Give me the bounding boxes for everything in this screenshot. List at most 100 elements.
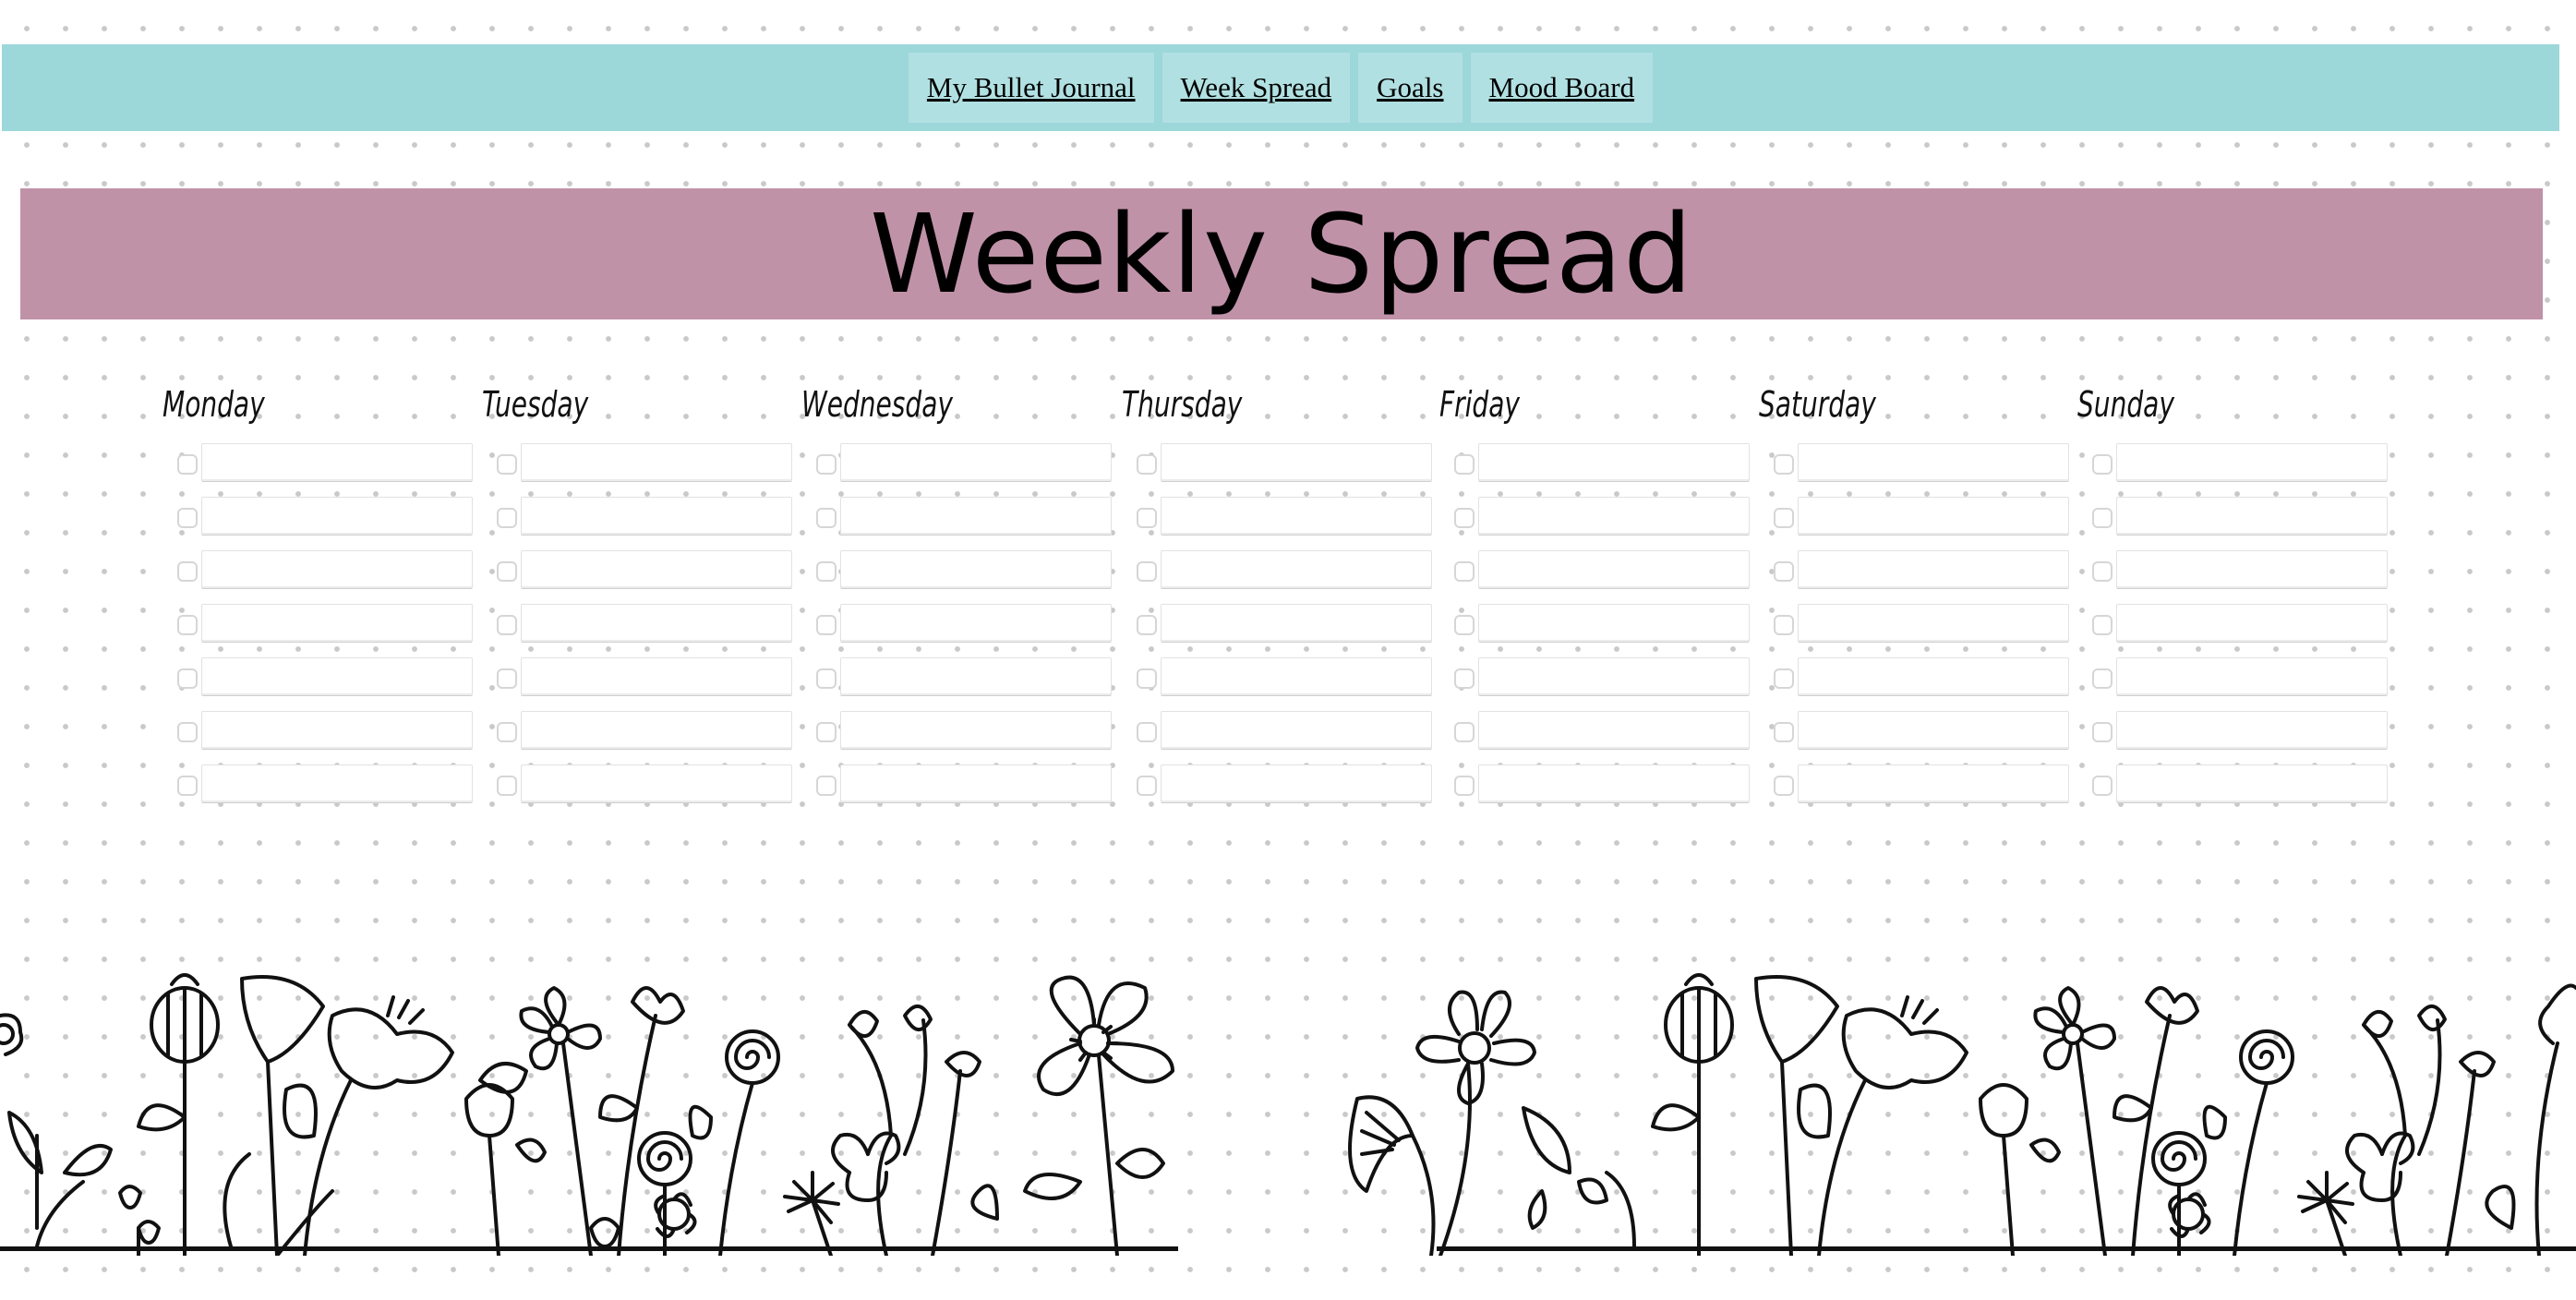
task-checkbox[interactable] xyxy=(177,776,198,796)
task-input[interactable] xyxy=(521,497,792,536)
task-checkbox[interactable] xyxy=(816,454,837,475)
task-input[interactable] xyxy=(1161,657,1432,696)
task-input[interactable] xyxy=(521,443,792,482)
task-input[interactable] xyxy=(1798,497,2069,536)
task-checkbox[interactable] xyxy=(1137,668,1157,689)
task-input[interactable] xyxy=(840,443,1112,482)
task-checkbox[interactable] xyxy=(1137,615,1157,635)
task-input[interactable] xyxy=(521,764,792,803)
task-checkbox[interactable] xyxy=(2092,615,2113,635)
task-checkbox[interactable] xyxy=(1454,776,1475,796)
task-input[interactable] xyxy=(840,711,1112,750)
task-checkbox[interactable] xyxy=(1454,454,1475,475)
task-input[interactable] xyxy=(2116,604,2388,643)
task-input[interactable] xyxy=(521,711,792,750)
task-checkbox[interactable] xyxy=(177,561,198,582)
task-input[interactable] xyxy=(1798,443,2069,482)
task-checkbox[interactable] xyxy=(1774,668,1794,689)
task-input[interactable] xyxy=(2116,550,2388,589)
task-input[interactable] xyxy=(1161,764,1432,803)
task-input[interactable] xyxy=(1478,604,1750,643)
task-checkbox[interactable] xyxy=(1774,722,1794,742)
task-checkbox[interactable] xyxy=(2092,454,2113,475)
task-input[interactable] xyxy=(840,550,1112,589)
task-checkbox[interactable] xyxy=(2092,776,2113,796)
nav-link-my-bullet-journal[interactable]: My Bullet Journal xyxy=(908,53,1154,123)
task-input[interactable] xyxy=(2116,711,2388,750)
task-checkbox[interactable] xyxy=(1774,454,1794,475)
task-checkbox[interactable] xyxy=(1137,722,1157,742)
task-input[interactable] xyxy=(840,604,1112,643)
task-checkbox[interactable] xyxy=(1454,561,1475,582)
task-input[interactable] xyxy=(1161,550,1432,589)
task-input[interactable] xyxy=(2116,657,2388,696)
task-checkbox[interactable] xyxy=(497,508,517,528)
task-checkbox[interactable] xyxy=(816,668,837,689)
task-checkbox[interactable] xyxy=(1774,508,1794,528)
task-input[interactable] xyxy=(1478,764,1750,803)
task-checkbox[interactable] xyxy=(177,668,198,689)
task-checkbox[interactable] xyxy=(497,722,517,742)
task-input[interactable] xyxy=(1478,497,1750,536)
task-input[interactable] xyxy=(840,497,1112,536)
task-checkbox[interactable] xyxy=(816,561,837,582)
task-checkbox[interactable] xyxy=(1774,561,1794,582)
task-checkbox[interactable] xyxy=(816,776,837,796)
task-checkbox[interactable] xyxy=(177,508,198,528)
task-checkbox[interactable] xyxy=(177,722,198,742)
task-checkbox[interactable] xyxy=(1137,776,1157,796)
nav-link-week-spread[interactable]: Week Spread xyxy=(1162,53,1351,123)
nav-link-mood-board[interactable]: Mood Board xyxy=(1470,53,1654,123)
task-checkbox[interactable] xyxy=(816,722,837,742)
task-checkbox[interactable] xyxy=(2092,668,2113,689)
task-checkbox[interactable] xyxy=(816,615,837,635)
task-checkbox[interactable] xyxy=(1137,454,1157,475)
task-input[interactable] xyxy=(201,657,473,696)
task-input[interactable] xyxy=(201,711,473,750)
task-checkbox[interactable] xyxy=(497,454,517,475)
task-input[interactable] xyxy=(1798,657,2069,696)
task-checkbox[interactable] xyxy=(497,668,517,689)
task-checkbox[interactable] xyxy=(177,615,198,635)
task-checkbox[interactable] xyxy=(1454,668,1475,689)
task-checkbox[interactable] xyxy=(497,615,517,635)
task-input[interactable] xyxy=(1478,550,1750,589)
task-input[interactable] xyxy=(201,764,473,803)
task-input[interactable] xyxy=(1798,550,2069,589)
task-input[interactable] xyxy=(840,764,1112,803)
task-checkbox[interactable] xyxy=(497,561,517,582)
task-checkbox[interactable] xyxy=(1774,615,1794,635)
task-input[interactable] xyxy=(1798,764,2069,803)
task-input[interactable] xyxy=(521,550,792,589)
task-checkbox[interactable] xyxy=(2092,508,2113,528)
task-checkbox[interactable] xyxy=(1774,776,1794,796)
task-checkbox[interactable] xyxy=(177,454,198,475)
task-input[interactable] xyxy=(201,550,473,589)
task-input[interactable] xyxy=(201,443,473,482)
task-input[interactable] xyxy=(840,657,1112,696)
task-input[interactable] xyxy=(2116,764,2388,803)
task-checkbox[interactable] xyxy=(1137,561,1157,582)
task-input[interactable] xyxy=(1478,443,1750,482)
task-checkbox[interactable] xyxy=(1454,508,1475,528)
task-input[interactable] xyxy=(521,657,792,696)
task-checkbox[interactable] xyxy=(2092,722,2113,742)
task-checkbox[interactable] xyxy=(1137,508,1157,528)
task-input[interactable] xyxy=(2116,497,2388,536)
task-input[interactable] xyxy=(1478,711,1750,750)
task-input[interactable] xyxy=(201,497,473,536)
task-input[interactable] xyxy=(1798,711,2069,750)
task-input[interactable] xyxy=(1161,497,1432,536)
nav-link-goals[interactable]: Goals xyxy=(1358,53,1463,123)
task-input[interactable] xyxy=(521,604,792,643)
task-input[interactable] xyxy=(1161,604,1432,643)
task-input[interactable] xyxy=(1161,443,1432,482)
task-checkbox[interactable] xyxy=(1454,615,1475,635)
task-checkbox[interactable] xyxy=(816,508,837,528)
task-input[interactable] xyxy=(2116,443,2388,482)
task-input[interactable] xyxy=(201,604,473,643)
task-input[interactable] xyxy=(1798,604,2069,643)
task-checkbox[interactable] xyxy=(2092,561,2113,582)
task-input[interactable] xyxy=(1161,711,1432,750)
task-checkbox[interactable] xyxy=(497,776,517,796)
